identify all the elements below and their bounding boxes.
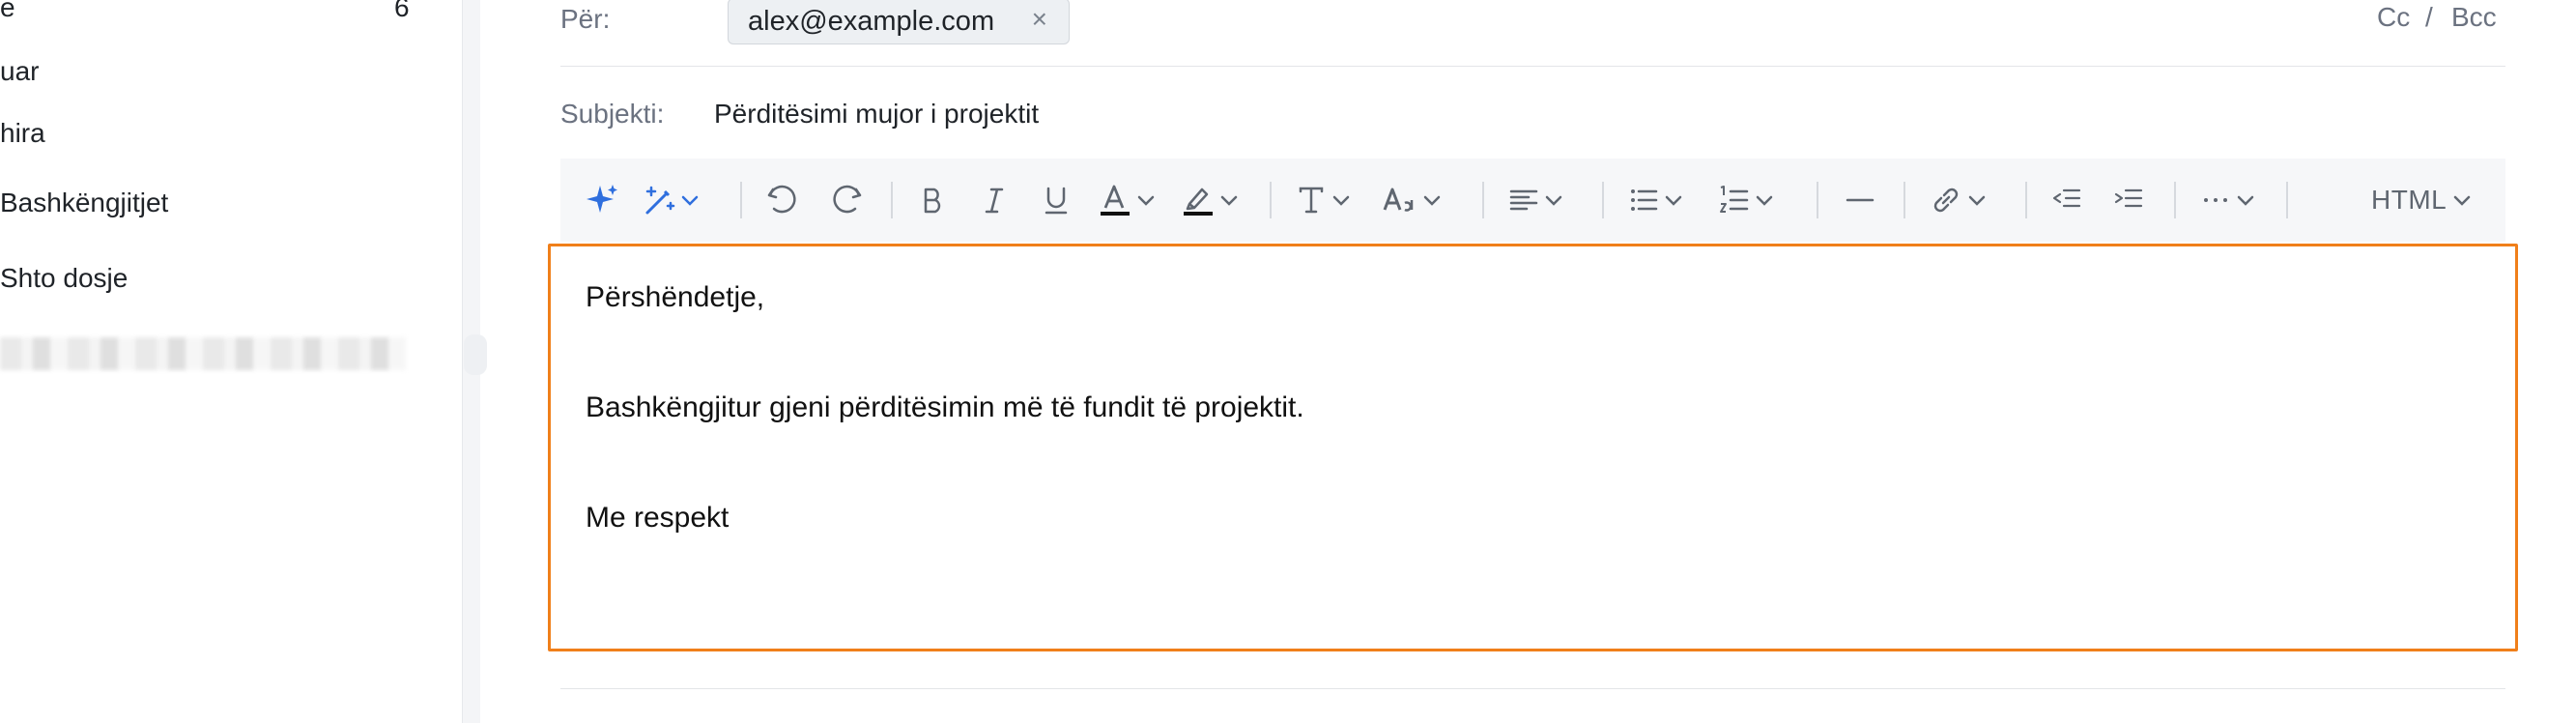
bold-button[interactable] bbox=[914, 159, 951, 242]
highlight-icon bbox=[1179, 181, 1217, 219]
toolbar-separator bbox=[2174, 182, 2176, 218]
bullet-list-dropdown[interactable] bbox=[1625, 159, 1685, 242]
horizontal-rule-button[interactable] bbox=[1842, 159, 1878, 242]
font-family-icon bbox=[1293, 182, 1330, 218]
chevron-down-icon bbox=[1420, 188, 1444, 212]
text-color-dropdown[interactable] bbox=[1096, 159, 1158, 242]
chevron-down-icon bbox=[2450, 188, 2474, 212]
bcc-toggle[interactable]: Bcc bbox=[2451, 2, 2497, 33]
undo-button[interactable] bbox=[763, 159, 800, 242]
outdent-button[interactable] bbox=[2048, 159, 2085, 242]
italic-button[interactable] bbox=[976, 159, 1013, 242]
toolbar-separator bbox=[2025, 182, 2027, 218]
redo-icon bbox=[829, 182, 866, 218]
link-icon bbox=[1927, 182, 1965, 218]
sidebar-item-trash[interactable]: hira bbox=[0, 118, 45, 149]
resize-handle[interactable] bbox=[464, 334, 487, 375]
numbered-list-icon bbox=[1716, 182, 1753, 218]
message-editor[interactable]: Përshëndetje, Bashkëngjitur gjeni përdit… bbox=[548, 244, 2518, 651]
sidebar-item-label: uar bbox=[0, 56, 40, 86]
sidebar-item-inbox[interactable]: e bbox=[0, 0, 15, 23]
chevron-down-icon bbox=[1542, 188, 1565, 212]
chevron-down-icon bbox=[1753, 188, 1776, 212]
format-html-dropdown[interactable]: HTML bbox=[2371, 159, 2474, 242]
magic-wand-icon bbox=[642, 182, 678, 218]
recipient-chip[interactable]: alex@example.com × bbox=[728, 0, 1070, 44]
recipient-email: alex@example.com bbox=[748, 5, 995, 37]
highlight-color-dropdown[interactable] bbox=[1179, 159, 1241, 242]
remove-recipient-icon[interactable]: × bbox=[1032, 6, 1047, 33]
indent-button[interactable] bbox=[2110, 159, 2147, 242]
sidebar-item-label: e bbox=[0, 0, 15, 22]
toolbar-separator bbox=[1817, 182, 1818, 218]
indent-icon bbox=[2110, 182, 2147, 218]
link-dropdown[interactable] bbox=[1927, 159, 1989, 242]
chevron-down-icon bbox=[1330, 188, 1353, 212]
chevron-down-icon bbox=[1217, 188, 1241, 212]
toolbar-separator bbox=[1602, 182, 1604, 218]
sidebar-item-label: hira bbox=[0, 118, 45, 148]
sidebar: e 6 uar hira Bashkëngjitjet Shto dosje bbox=[0, 0, 462, 723]
align-dropdown[interactable] bbox=[1505, 159, 1565, 242]
font-family-dropdown[interactable] bbox=[1293, 159, 1353, 242]
body-line: Bashkëngjitur gjeni përditësimin më të f… bbox=[586, 391, 1304, 423]
toolbar-separator bbox=[891, 182, 893, 218]
ai-sparkle-icon bbox=[584, 182, 620, 218]
recipient-divider bbox=[560, 66, 2505, 67]
sidebar-item-attachments[interactable]: Bashkëngjitjet bbox=[0, 188, 168, 218]
editor-toolbar: HTML bbox=[560, 159, 2505, 242]
toolbar-separator bbox=[740, 182, 742, 218]
toolbar-separator bbox=[1270, 182, 1272, 218]
sidebar-item-label: Shto dosje bbox=[0, 263, 129, 293]
signoff-line: Me respekt bbox=[586, 502, 730, 534]
bold-icon bbox=[914, 182, 951, 218]
unread-count-badge: 6 bbox=[394, 0, 410, 22]
more-options-dropdown[interactable] bbox=[2197, 159, 2257, 242]
outdent-icon bbox=[2048, 182, 2085, 218]
more-icon bbox=[2197, 182, 2234, 218]
italic-icon bbox=[976, 182, 1013, 218]
chevron-down-icon bbox=[1134, 188, 1158, 212]
font-size-dropdown[interactable] bbox=[1382, 159, 1444, 242]
underline-button[interactable] bbox=[1038, 159, 1074, 242]
redo-button[interactable] bbox=[829, 159, 866, 242]
cc-toggle[interactable]: Cc bbox=[2377, 2, 2410, 33]
sidebar-item-add-folder[interactable]: Shto dosje bbox=[0, 263, 128, 294]
text-color-icon bbox=[1096, 181, 1134, 219]
numbered-list-dropdown[interactable] bbox=[1716, 159, 1776, 242]
sidebar-item-archive[interactable]: uar bbox=[0, 56, 39, 87]
horizontal-rule-icon bbox=[1842, 182, 1878, 218]
toolbar-separator bbox=[1482, 182, 1484, 218]
blurred-account-email bbox=[0, 337, 406, 370]
cc-bcc-separator: / bbox=[2425, 2, 2433, 32]
toolbar-separator bbox=[1903, 182, 1905, 218]
chevron-down-icon bbox=[2234, 188, 2257, 212]
undo-icon bbox=[763, 182, 800, 218]
bullet-list-icon bbox=[1625, 182, 1662, 218]
font-size-icon bbox=[1382, 182, 1420, 218]
format-label: HTML bbox=[2371, 185, 2447, 215]
align-icon bbox=[1505, 182, 1542, 218]
chevron-down-icon bbox=[678, 188, 701, 212]
subject-input[interactable]: Përditësimi mujor i projektit bbox=[714, 99, 1039, 130]
sidebar-item-label: Bashkëngjitjet bbox=[0, 188, 169, 217]
underline-icon bbox=[1038, 182, 1074, 218]
greeting-line: Përshëndetje, bbox=[586, 281, 765, 313]
chevron-down-icon bbox=[1965, 188, 1989, 212]
magic-write-dropdown[interactable] bbox=[642, 159, 701, 242]
to-label: Për: bbox=[560, 4, 611, 34]
editor-bottom-divider bbox=[560, 688, 2505, 689]
subject-label: Subjekti: bbox=[560, 99, 665, 129]
toolbar-separator bbox=[2286, 182, 2288, 218]
ai-assist-button[interactable] bbox=[584, 159, 620, 242]
chevron-down-icon bbox=[1662, 188, 1685, 212]
